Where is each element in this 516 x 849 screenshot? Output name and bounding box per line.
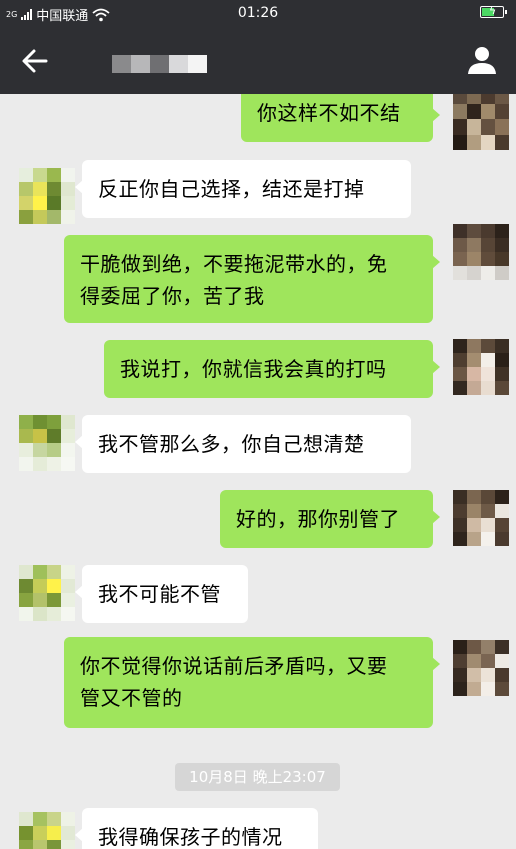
- status-bar: 2G 中国联通 01:26 ϟ: [0, 0, 516, 26]
- avatar-me[interactable]: [453, 640, 509, 696]
- avatar-contact[interactable]: [19, 168, 75, 224]
- avatar-contact[interactable]: [19, 415, 75, 471]
- avatar-me[interactable]: [453, 490, 509, 546]
- person-icon[interactable]: [466, 44, 498, 76]
- message-bubble-contact[interactable]: 我不管那么多，你自己想清楚: [75, 415, 411, 473]
- status-time: 01:26: [237, 5, 279, 21]
- message-timestamp: 10月8日 晚上23:07: [175, 763, 340, 791]
- message-bubble-me[interactable]: 干脆做到绝，不要拖泥带水的，免 得委屈了你，苦了我: [64, 235, 440, 323]
- message-bubble-me[interactable]: 我说打，你就信我会真的打吗: [104, 340, 440, 398]
- message-bubble-contact[interactable]: 我得确保孩子的情况: [75, 808, 318, 849]
- message-bubble-me[interactable]: 你不觉得你说话前后矛盾吗，又要 管又不管的: [64, 637, 440, 728]
- avatar-contact[interactable]: [19, 565, 75, 621]
- chat-header: [0, 26, 516, 94]
- contact-name-obscured: [112, 55, 207, 73]
- message-bubble-me[interactable]: 你这样不如不结: [241, 94, 440, 142]
- back-arrow-icon[interactable]: [18, 44, 52, 78]
- message-bubble-contact[interactable]: 反正你自己选择，结还是打掉: [75, 160, 411, 218]
- avatar-me[interactable]: [453, 94, 509, 150]
- message-bubble-contact[interactable]: 我不可能不管: [75, 565, 248, 623]
- avatar-me[interactable]: [453, 339, 509, 395]
- avatar-me[interactable]: [453, 224, 509, 280]
- battery-icon: ϟ: [480, 4, 507, 18]
- message-bubble-me[interactable]: 好的，那你别管了: [220, 490, 440, 548]
- avatar-contact[interactable]: [19, 812, 75, 849]
- message-list[interactable]: 你这样不如不结 反正你自己选择，结还是打掉 干脆做到绝，不要拖泥带水的，免 得委…: [0, 94, 516, 849]
